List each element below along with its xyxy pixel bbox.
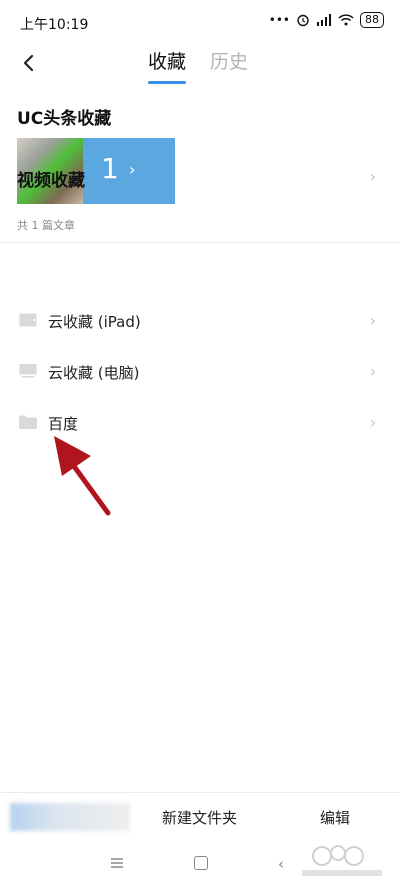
tab-bar: 收藏 历史	[148, 48, 248, 84]
chevron-right-icon: ›	[369, 413, 376, 432]
folder-label: 百度	[48, 415, 79, 433]
uc-count-box: 1 ›	[83, 138, 175, 204]
notification-dots: •••	[268, 13, 290, 27]
new-folder-button[interactable]: 新建文件夹	[162, 807, 237, 828]
uc-section-title: UC头条收藏	[17, 109, 112, 129]
status-icons: ••• 88	[269, 12, 384, 28]
uc-article-count: 1	[101, 152, 119, 185]
folder-label: 云收藏 (iPad)	[48, 313, 141, 331]
bottom-action-bar: 新建文件夹 编辑	[0, 792, 400, 841]
edit-button[interactable]: 编辑	[320, 807, 350, 828]
watermark-logo	[302, 845, 382, 876]
list-item-cloud-pc[interactable]: 云收藏 (电脑) ›	[0, 354, 400, 394]
tab-history[interactable]: 历史	[210, 48, 248, 76]
tablet-icon	[19, 313, 37, 327]
header: 收藏 历史	[0, 44, 400, 90]
battery-indicator: 88	[360, 12, 384, 28]
status-time: 上午10:19	[20, 17, 89, 33]
chevron-right-icon: ›	[369, 167, 376, 186]
uc-summary: 共 1 篇文章	[17, 219, 75, 232]
list-item-baidu[interactable]: 百度 ›	[0, 405, 400, 445]
blurred-banner	[10, 803, 130, 831]
signal-icon	[317, 14, 331, 26]
video-section-title[interactable]: 视频收藏	[17, 166, 85, 191]
monitor-icon	[19, 364, 37, 378]
system-nav-bar: ‹	[0, 840, 400, 888]
chevron-right-icon: ›	[369, 311, 376, 330]
chevron-right-icon: ›	[369, 362, 376, 381]
home-button[interactable]	[194, 856, 208, 870]
menu-icon[interactable]	[110, 856, 124, 870]
alarm-icon	[297, 14, 309, 27]
status-bar: 上午10:19 ••• 88	[0, 0, 400, 44]
wifi-icon	[338, 14, 354, 26]
chevron-right-icon: ›	[129, 160, 136, 179]
tab-favorites[interactable]: 收藏	[148, 48, 187, 84]
folder-icon	[19, 415, 37, 429]
back-arrow-icon[interactable]	[14, 48, 44, 78]
folder-label: 云收藏 (电脑)	[48, 364, 140, 382]
list-item-cloud-ipad[interactable]: 云收藏 (iPad) ›	[0, 303, 400, 343]
